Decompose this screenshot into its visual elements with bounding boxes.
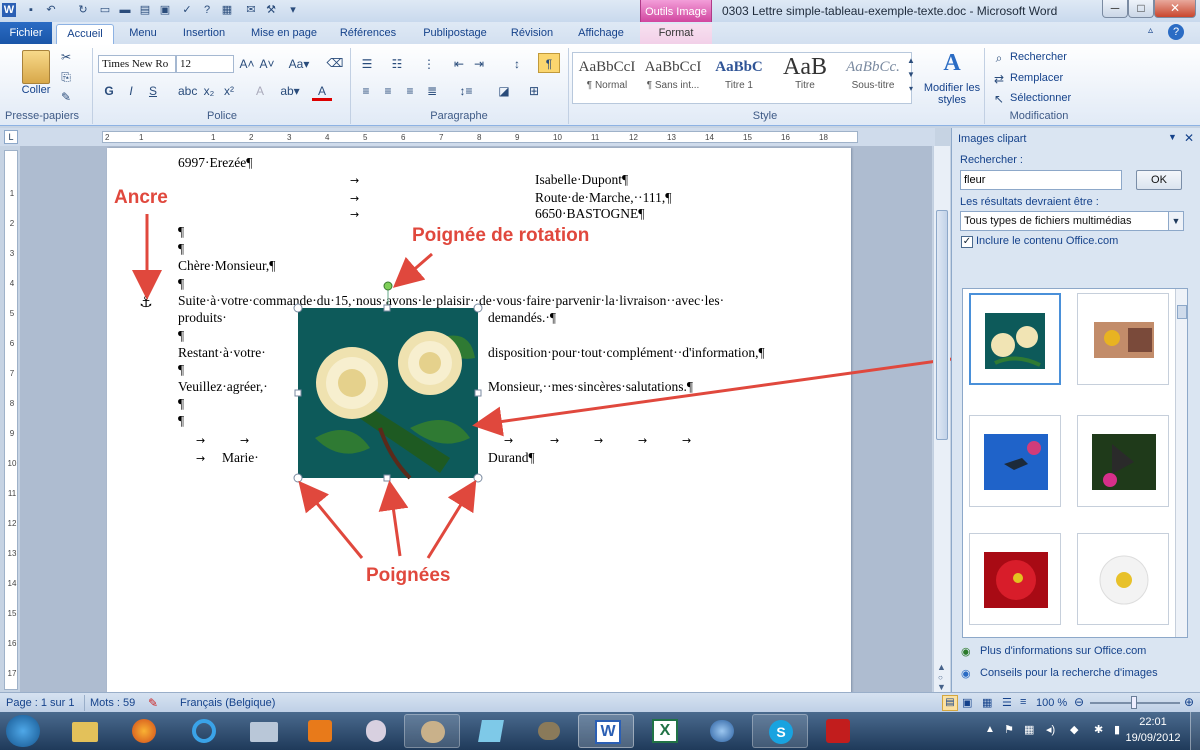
clipart-result-flower-hand[interactable] (1077, 293, 1169, 385)
clock-date[interactable]: 19/09/2012 (1120, 732, 1186, 744)
flower-hand-thumbnail-icon (1094, 322, 1154, 358)
arrow-handle-left (298, 480, 364, 559)
windows-taskbar: W X S ▲ ⚑ ▦ ◂) ◆ ✱ ▮ 22:01 19/09/2012 (0, 712, 1200, 750)
flag-icon[interactable]: ⚑ (1004, 723, 1014, 736)
status-separator (84, 695, 85, 711)
volume-icon[interactable]: ◂) (1046, 723, 1055, 736)
acrobat-icon[interactable] (810, 714, 866, 748)
clock-time[interactable]: 22:01 (1126, 716, 1180, 728)
draft-view-icon[interactable]: ≡ (1020, 696, 1026, 708)
hummingbird-thumbnail-icon (984, 434, 1048, 490)
zoom-level[interactable]: 100 % (1036, 697, 1067, 709)
web-layout-view-icon[interactable]: ▦ (982, 696, 992, 709)
paint-icon[interactable] (404, 714, 460, 748)
print-layout-view-icon[interactable]: ▤ (942, 695, 958, 711)
link-search-tips[interactable]: Conseils pour la recherche d'images (980, 667, 1158, 679)
notes-icon[interactable] (462, 714, 518, 748)
excel-icon[interactable]: X (636, 714, 692, 748)
start-button[interactable] (6, 715, 40, 747)
search-label: Rechercher : (960, 154, 1023, 166)
arrow-rotation (392, 252, 433, 288)
arrow-handle-middle (378, 480, 409, 557)
browse-down-icon[interactable]: ▼ (937, 682, 946, 692)
results-label: Les résultats devraient être : (960, 196, 1099, 208)
firefox-icon[interactable] (116, 714, 172, 748)
globe-icon: ◉ (961, 646, 971, 658)
clipart-result-hummingbird[interactable] (969, 415, 1061, 507)
browse-object-icon[interactable]: ○ (938, 673, 943, 682)
clipart-result-daisy[interactable] (1077, 533, 1169, 625)
snipping-tool-icon[interactable] (348, 714, 404, 748)
word-count[interactable]: Mots : 59 (90, 697, 135, 709)
vertical-scrollbar[interactable]: ▲ ○ ▼ (933, 146, 950, 692)
pane-close-icon[interactable]: ✕ (1184, 131, 1194, 145)
network-icon[interactable]: ▦ (1024, 723, 1034, 736)
roses-thumbnail-icon (985, 313, 1045, 369)
link-more-office[interactable]: Plus d'informations sur Office.com (980, 645, 1146, 657)
search-input[interactable] (960, 170, 1122, 190)
thunderbird-icon[interactable] (694, 714, 750, 748)
full-screen-view-icon[interactable]: ▣ (962, 696, 972, 709)
outline-view-icon[interactable]: ☰ (1002, 696, 1012, 709)
clipart-result-roses[interactable] (969, 293, 1061, 385)
search-ok-button[interactable]: OK (1136, 170, 1182, 190)
zoom-slider-thumb[interactable] (1131, 696, 1137, 709)
internet-explorer-icon[interactable] (176, 714, 232, 748)
arrow-handle-right (426, 479, 477, 559)
word-taskbar-icon[interactable]: W (578, 714, 634, 748)
pane-title: Images clipart (958, 133, 1027, 145)
browse-up-icon[interactable]: ▲ (937, 662, 946, 672)
pane-menu-icon[interactable]: ▼ (1168, 132, 1177, 142)
clipart-results (962, 288, 1188, 638)
tray-app-icon[interactable]: ◆ (1070, 723, 1078, 736)
clipart-result-red-flower[interactable] (969, 533, 1061, 625)
explorer-icon[interactable] (56, 714, 112, 748)
zoom-in-icon[interactable]: ⊕ (1184, 695, 1194, 709)
gimp-icon[interactable] (520, 714, 576, 748)
include-office-label: Inclure le contenu Office.com (976, 235, 1119, 247)
page-count[interactable]: Page : 1 sur 1 (6, 697, 75, 709)
bluetooth-icon[interactable]: ✱ (1094, 723, 1103, 736)
media-player-icon[interactable] (292, 714, 348, 748)
scrollbar-thumb[interactable] (936, 210, 948, 440)
include-office-checkbox[interactable]: ✓ (961, 236, 973, 248)
show-hidden-icons[interactable]: ▲ (985, 724, 995, 735)
results-scroll-thumb[interactable] (1177, 305, 1187, 319)
butterfly-thumbnail-icon (1092, 434, 1156, 490)
file-manager-icon[interactable] (236, 714, 292, 748)
dropdown-arrow-icon[interactable]: ▼ (1168, 212, 1183, 230)
status-bar: Page : 1 sur 1 Mots : 59 ✎ Français (Bel… (0, 692, 1200, 712)
arrow-clipart-to-picture (472, 352, 989, 437)
help-icon: ◉ (961, 668, 971, 680)
daisy-thumbnail-icon (1099, 555, 1149, 605)
media-type-select[interactable]: Tous types de fichiers multimédias (960, 211, 1184, 231)
red-flower-thumbnail-icon (984, 552, 1048, 608)
results-scrollbar[interactable] (1175, 289, 1187, 637)
show-desktop-button[interactable] (1190, 712, 1200, 750)
clipart-pane: Images clipart ▼ ✕ Rechercher : OK Les r… (951, 128, 1200, 694)
zoom-out-icon[interactable]: ⊖ (1074, 695, 1084, 709)
language[interactable]: Français (Belgique) (180, 697, 275, 709)
clipart-result-butterfly[interactable] (1077, 415, 1169, 507)
skype-icon[interactable]: S (752, 714, 808, 748)
proofing-icon[interactable]: ✎ (148, 696, 158, 710)
